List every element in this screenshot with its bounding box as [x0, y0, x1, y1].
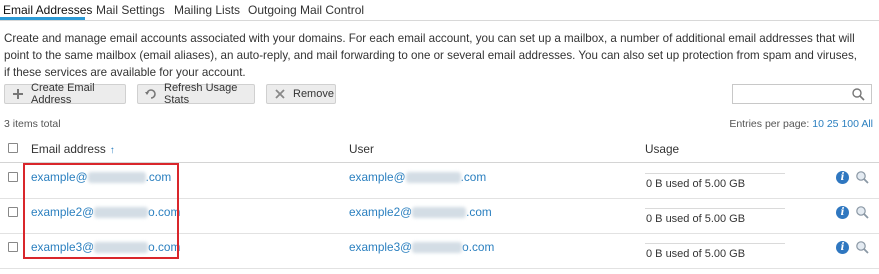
page-description: Create and manage email accounts associa…	[4, 32, 858, 79]
usage-bar	[645, 243, 785, 244]
tab-mail-settings[interactable]: Mail Settings	[96, 3, 165, 17]
refresh-usage-stats-label: Refresh Usage Stats	[164, 82, 238, 106]
sort-ascending-icon: ↑	[109, 145, 115, 156]
usage-bar	[645, 208, 785, 209]
redacted-domain	[94, 242, 149, 254]
select-all-checkbox[interactable]	[8, 143, 18, 153]
user-prefix: example@	[349, 170, 406, 184]
user-link[interactable]: example@ .com	[349, 170, 486, 184]
search-input[interactable]	[732, 84, 872, 104]
email-prefix: example3@	[31, 240, 95, 254]
search-icon[interactable]	[851, 87, 865, 101]
usage-bar	[645, 173, 785, 174]
user-suffix: o.com	[462, 240, 495, 254]
usage-text: 0 B used of 5.00 GB	[646, 213, 746, 225]
email-suffix: o.com	[148, 205, 181, 219]
column-header-email-label: Email address	[31, 142, 106, 156]
redacted-domain	[87, 172, 146, 184]
user-suffix: .com	[460, 170, 487, 184]
email-address-link[interactable]: example2@ o.com	[31, 205, 180, 219]
usage-text: 0 B used of 5.00 GB	[646, 248, 746, 260]
email-address-link[interactable]: example@ .com	[31, 170, 171, 184]
table-row: example3@ o.com example3@ o.com 0 B used o…	[0, 233, 879, 269]
redacted-domain	[94, 207, 149, 219]
create-email-address-button[interactable]: Create Email Address	[4, 82, 126, 106]
page-size-25[interactable]: 25	[827, 118, 839, 130]
refresh-usage-stats-button[interactable]: Refresh Usage Stats	[137, 82, 255, 106]
table-row: example@ .com example@ .com 0 B used of 5.…	[0, 163, 879, 199]
active-tab-indicator	[0, 17, 85, 20]
email-prefix: example2@	[31, 205, 95, 219]
entries-per-page-label: Entries per page:	[729, 118, 810, 130]
user-link[interactable]: example2@ .com	[349, 205, 492, 219]
tab-bar: Email Addresses Mail Settings Mailing Li…	[0, 0, 879, 21]
page-size-10[interactable]: 10	[812, 118, 824, 130]
redacted-domain	[405, 172, 461, 184]
email-address-link[interactable]: example3@ o.com	[31, 240, 180, 254]
usage-text: 0 B used of 5.00 GB	[646, 178, 746, 190]
refresh-icon	[144, 87, 158, 101]
user-suffix: .com	[466, 205, 492, 219]
row-checkbox[interactable]	[8, 242, 18, 252]
tab-outgoing-mail-control[interactable]: Outgoing Mail Control	[248, 3, 364, 17]
email-prefix: example@	[31, 170, 88, 184]
tab-mailing-lists[interactable]: Mailing Lists	[174, 3, 240, 17]
page-size-all[interactable]: All	[861, 118, 873, 130]
column-header-user[interactable]: User	[349, 142, 374, 156]
mail-settings-icon[interactable]	[855, 170, 869, 184]
redacted-domain	[412, 242, 463, 254]
add-mail-icon	[11, 87, 25, 101]
user-link[interactable]: example3@ o.com	[349, 240, 494, 254]
items-total: 3 items total	[4, 118, 61, 130]
create-email-address-label: Create Email Address	[31, 82, 95, 106]
column-header-email[interactable]: Email address ↑	[31, 142, 115, 156]
column-header-usage[interactable]: Usage	[645, 142, 679, 156]
page-size-100[interactable]: 100	[841, 118, 859, 130]
email-suffix: .com	[145, 170, 172, 184]
user-prefix: example3@	[349, 240, 413, 254]
remove-button[interactable]: Remove	[266, 84, 336, 104]
info-icon[interactable]: i	[836, 241, 849, 254]
user-prefix: example2@	[349, 205, 413, 219]
email-suffix: o.com	[148, 240, 181, 254]
entries-per-page: Entries per page: 10 25 100 All	[729, 118, 873, 130]
redacted-domain	[412, 207, 467, 219]
mail-settings-icon[interactable]	[855, 205, 869, 219]
row-checkbox[interactable]	[8, 207, 18, 217]
tab-email-addresses[interactable]: Email Addresses	[3, 3, 92, 17]
table-header: Email address ↑ User Usage	[0, 134, 879, 163]
mail-settings-icon[interactable]	[855, 240, 869, 254]
info-icon[interactable]: i	[836, 206, 849, 219]
remove-icon	[273, 87, 287, 101]
remove-label: Remove	[293, 88, 334, 100]
row-checkbox[interactable]	[8, 172, 18, 182]
table-row: example2@ o.com example2@ .com 0 B used of…	[0, 198, 879, 234]
info-icon[interactable]: i	[836, 171, 849, 184]
